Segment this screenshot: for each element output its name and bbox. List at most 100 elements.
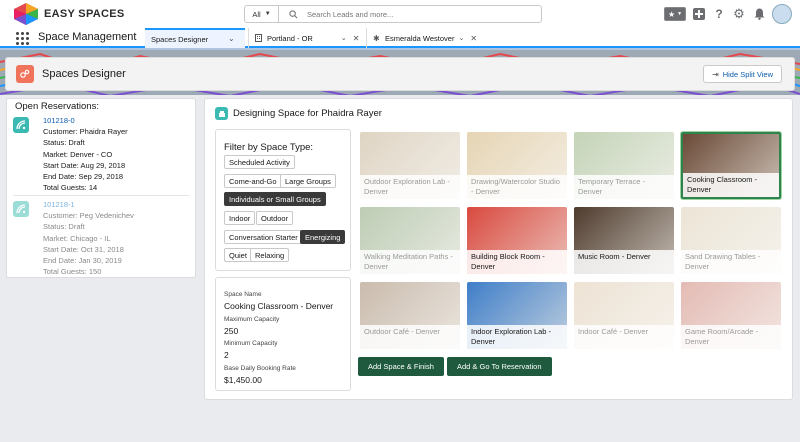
app-launcher-icon[interactable] xyxy=(15,31,29,45)
min-capacity-label: Minimum Capacity xyxy=(224,340,278,347)
space-tile[interactable]: Drawing/Watercolor Studio - Denver xyxy=(467,132,567,199)
hide-split-label: Hide Split View xyxy=(722,69,773,79)
brand-name: EASY SPACES xyxy=(44,8,125,20)
search-scope-label: All xyxy=(252,9,261,19)
filter-pill-outdoor[interactable]: Outdoor xyxy=(256,211,294,225)
spaces-designer-icon xyxy=(16,65,34,83)
global-actions-button[interactable] xyxy=(692,7,706,21)
reservation-customer: Customer: Phaidra Rayer xyxy=(43,127,128,137)
reservation-end-date: End Date: Sep 29, 2018 xyxy=(43,172,124,182)
reservation-total-guests: Total Guests: 14 xyxy=(43,183,98,193)
filter-pill-indoor[interactable]: Indoor xyxy=(224,211,256,225)
space-tile[interactable]: Outdoor Café - Denver xyxy=(360,282,460,349)
space-tile-name: Outdoor Café - Denver xyxy=(360,325,460,349)
filter-title: Filter by Space Type: xyxy=(224,142,314,153)
space-tile[interactable]: Sand Drawing Tables - Denver xyxy=(681,207,781,274)
space-tile[interactable]: Music Room - Denver xyxy=(574,207,674,274)
split-view-icon: ⇥ xyxy=(711,69,719,79)
filter-pill-conversation-starter[interactable]: Conversation Starter xyxy=(224,230,303,244)
space-name-value: Cooking Classroom - Denver xyxy=(224,301,334,311)
base-rate-label: Base Daily Booking Rate xyxy=(224,365,296,372)
space-tile[interactable]: Outdoor Exploration Lab - Denver xyxy=(360,132,460,199)
plus-icon xyxy=(693,8,705,20)
help-button[interactable]: ? xyxy=(712,7,726,21)
space-tile[interactable]: Cooking Classroom - Denver xyxy=(681,132,781,199)
reservation-market: Market: Denver - CO xyxy=(43,149,113,159)
reservation-icon xyxy=(13,201,29,217)
space-tile[interactable]: Building Block Room - Denver xyxy=(467,207,567,274)
reservation-status: Status: Draft xyxy=(43,138,85,148)
space-tile-name: Outdoor Exploration Lab - Denver xyxy=(360,175,460,199)
reservation-total-guests: Total Guests: 150 xyxy=(43,267,102,277)
add-go-to-reservation-button[interactable]: Add & Go To Reservation xyxy=(447,357,552,376)
tab-dropdown-button[interactable]: ⌄ xyxy=(228,28,242,48)
space-tile-name: Indoor Café - Denver xyxy=(574,325,674,349)
setup-button[interactable]: ⚙ xyxy=(732,6,746,21)
filter-pill-relaxing[interactable]: Relaxing xyxy=(250,248,290,262)
max-capacity-label: Maximum Capacity xyxy=(224,316,280,323)
space-tile[interactable]: Temporary Terrace - Denver xyxy=(574,132,674,199)
space-tile-name: Music Room - Denver xyxy=(574,250,674,274)
space-tile-name: Game Room/Arcade - Denver xyxy=(681,325,781,349)
tab-portland-or[interactable]: Portland - OR ⌄ ✕ xyxy=(248,28,364,48)
open-reservations-panel: Open Reservations: 101218-0 Customer: Ph… xyxy=(6,98,196,278)
chevron-down-icon: ⌄ xyxy=(228,33,235,43)
chevron-down-icon[interactable]: ⌄ xyxy=(458,34,464,42)
search-scope-select[interactable]: All ▼ xyxy=(245,6,279,22)
global-search[interactable]: All ▼ xyxy=(244,5,542,23)
reservations-title: Open Reservations: xyxy=(15,101,99,112)
hide-split-view-button[interactable]: ⇥ Hide Split View xyxy=(702,65,782,83)
reservation-start-date: Start Date: Aug 29, 2018 xyxy=(43,160,126,170)
tab-label: Esmeralda Westover xyxy=(385,33,455,43)
tab-esmeralda-westover[interactable]: ✱ Esmeralda Westover ⌄ ✕ xyxy=(366,28,490,48)
filter-pill-energizing[interactable]: Energizing xyxy=(300,230,346,244)
header-utilities: ★ ▼ ? ⚙ xyxy=(664,4,792,24)
reservation-status: Status: Draft xyxy=(43,222,85,232)
space-tile[interactable]: Indoor Exploration Lab - Denver xyxy=(467,282,567,349)
space-tile-name: Temporary Terrace - Denver xyxy=(574,175,674,199)
help-icon: ? xyxy=(715,7,723,21)
global-header: EASY SPACES All ▼ ★ ▼ ? ⚙ xyxy=(0,0,800,28)
user-avatar[interactable] xyxy=(772,4,792,24)
space-type-filter: Filter by Space Type: Scheduled Activity… xyxy=(215,129,351,271)
space-tile-name: Drawing/Watercolor Studio - Denver xyxy=(467,175,567,199)
space-tile-name: Walking Meditation Paths - Denver xyxy=(360,250,460,274)
space-tile[interactable]: Game Room/Arcade - Denver xyxy=(681,282,781,349)
page-header: Spaces Designer ⇥ Hide Split View xyxy=(5,57,795,91)
space-name-label: Space Name xyxy=(224,291,262,298)
close-icon[interactable]: ✕ xyxy=(353,34,360,43)
space-tile[interactable]: Indoor Café - Denver xyxy=(574,282,674,349)
close-icon[interactable]: ✕ xyxy=(470,34,477,43)
divider xyxy=(13,195,189,196)
filter-pill-large-groups[interactable]: Large Groups xyxy=(280,174,336,188)
notifications-button[interactable] xyxy=(752,7,766,21)
reservation-id-link[interactable]: 101218-1 xyxy=(43,199,134,210)
reservation-start-date: Start Date: Oct 31, 2018 xyxy=(43,244,124,254)
space-tile-name: Building Block Room - Denver xyxy=(467,250,567,274)
filter-pill-quiet[interactable]: Quiet xyxy=(224,248,252,262)
designer-icon xyxy=(215,107,228,120)
filter-pill-scheduled-activity[interactable]: Scheduled Activity xyxy=(224,155,295,169)
building-icon xyxy=(255,34,263,42)
chevron-down-icon: ▼ xyxy=(677,11,683,17)
reservation-end-date: End Date: Jan 30, 2019 xyxy=(43,256,122,266)
add-space-finish-button[interactable]: Add Space & Finish xyxy=(358,357,444,376)
space-tile[interactable]: Walking Meditation Paths - Denver xyxy=(360,207,460,274)
gear-icon: ⚙ xyxy=(733,6,745,21)
min-capacity-value: 2 xyxy=(224,350,229,360)
reservation-id-link[interactable]: 101218-0 xyxy=(43,115,128,126)
filter-pill-come-and-go[interactable]: Come-and-Go xyxy=(224,174,282,188)
logo-icon xyxy=(14,3,38,25)
favorites-button[interactable]: ★ ▼ xyxy=(664,7,686,21)
star-icon: ★ xyxy=(667,9,676,19)
app-name: Space Management xyxy=(38,31,137,43)
base-rate-value: $1,450.00 xyxy=(224,375,262,385)
app-logo[interactable]: EASY SPACES xyxy=(14,3,125,25)
reservation-item[interactable]: 101218-0 Customer: Phaidra Rayer Status:… xyxy=(13,113,189,193)
navigation-bar: Space Management Spaces Designer ⌄ Portl… xyxy=(0,28,800,48)
reservation-icon xyxy=(13,117,29,133)
reservation-item[interactable]: 101218-1 Customer: Peg Vedenichev Status… xyxy=(13,197,189,277)
filter-pill-individuals-small-groups[interactable]: Individuals or Small Groups xyxy=(224,192,326,206)
search-input[interactable] xyxy=(307,9,537,19)
chevron-down-icon[interactable]: ⌄ xyxy=(341,34,347,42)
